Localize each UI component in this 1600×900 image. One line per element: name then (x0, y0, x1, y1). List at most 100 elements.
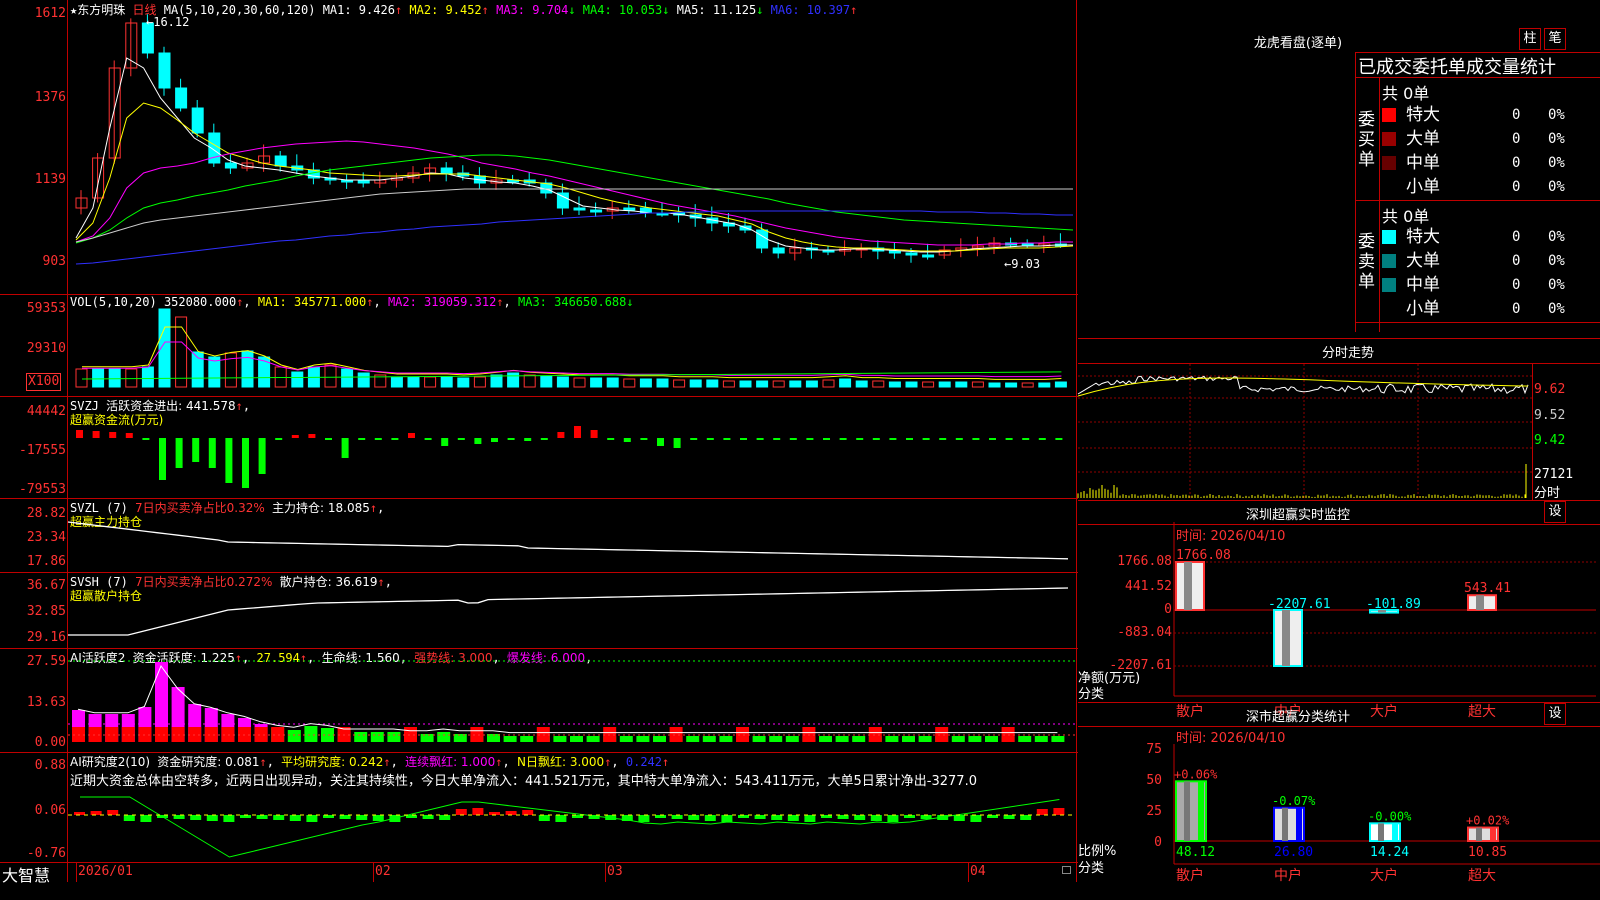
research-bar (90, 811, 102, 815)
fund-flow-bar (872, 438, 880, 440)
ai1-axis-3: 0.00 (34, 735, 66, 750)
ai1-axis-1: 27.59 (26, 654, 66, 669)
ai-research-panel[interactable]: 0.88 0.06 -0.76 AI研究度2(10) 资金研究度: 0.081↑… (0, 752, 1078, 862)
monitor-bar-shade (1476, 595, 1484, 610)
svzl-panel[interactable]: 28.82 23.34 17.86 SVZL (7) 7日内买卖净占比0.32%… (0, 498, 1078, 572)
fund-flow-bar (773, 438, 781, 440)
volume-bar (606, 377, 619, 388)
classify-category-label: 散户 (1176, 867, 1204, 884)
fund-flow-bar (275, 438, 283, 440)
vol-axis-1: 59353 (26, 301, 66, 316)
right-panel[interactable]: 龙虎看盘(逐单) 柱 笔 已成交委托单成交量统计 委买单 委卖单 共 0单 共 … (1077, 0, 1600, 900)
volume-bar (291, 371, 304, 388)
fund-flow-bar (76, 430, 83, 438)
fund-flow-bar (789, 438, 797, 440)
activity-bar (885, 736, 899, 742)
volume-bar (108, 368, 121, 388)
price-panel[interactable]: 1612 1376 1139 903 ★东方明珠 日线 MA(5,10,20,3… (0, 0, 1078, 294)
volume-bar (125, 368, 138, 388)
classify-category-label: 中户 (1274, 867, 1302, 884)
activity-bar (785, 736, 799, 742)
buy-name: 特大 (1406, 105, 1440, 125)
fund-flow-bar (225, 438, 233, 483)
fund-flow-bar (856, 438, 864, 440)
volume-bar (673, 379, 686, 388)
volume-bar (656, 378, 669, 388)
monitor-panel[interactable]: 深圳超赢实时监控 设 时间: 2026/04/10 1766.08 441.52 0… (1078, 500, 1600, 720)
buy-name: 中单 (1406, 153, 1440, 173)
activity-base-bar (669, 727, 683, 742)
fund-flow-bar (906, 438, 913, 440)
volume-bar (805, 380, 818, 388)
monitor-axis-label: -883.04 (1117, 625, 1172, 640)
svzj-panel[interactable]: 44442 -17555 -79553 SVZJ 活跃资金进出: 441.578… (0, 396, 1078, 498)
x-tick-mar: 03 (607, 864, 623, 879)
intra-vol-label: 分时 (1534, 486, 1561, 501)
buy-total: 共 0单 (1382, 84, 1430, 103)
volume-bar (988, 382, 1001, 388)
research-line (80, 796, 1060, 858)
fund-flow-bar (623, 438, 631, 442)
sell-swatch (1382, 278, 1396, 292)
activity-bar (503, 736, 517, 742)
intraday-panel[interactable]: 分时走势 9.62 9.52 9.42 27121 分时 (1077, 338, 1600, 501)
volume-bar (756, 380, 769, 388)
activity-bar (702, 736, 716, 742)
ai-activity-panel[interactable]: 27.59 13.63 0.00 AI活跃度2 资金活跃度: 1.225↑, 2… (0, 648, 1078, 752)
sell-pct: 0% (1548, 229, 1565, 245)
chart-area[interactable]: 1612 1376 1139 903 ★东方明珠 日线 MA(5,10,20,3… (0, 0, 1078, 900)
research-bar (505, 811, 517, 815)
vol-legend: VOL(5,10,20) 352080.000↑, MA1: 345771.00… (70, 295, 634, 309)
research-bar (339, 815, 351, 819)
research-bar (455, 809, 467, 815)
classify-value-label: 10.85 (1468, 845, 1507, 860)
classify-title: 深市超赢分类统计 (1245, 710, 1350, 725)
classify-panel[interactable]: 深市超赢分类统计 设 时间: 2026/04/10 比例% 分类 75 50 25 0… (1078, 702, 1600, 900)
column-view-button[interactable]: 柱 (1519, 28, 1541, 50)
research-bar (638, 815, 650, 822)
buy-name: 小单 (1406, 177, 1440, 197)
volume-bar (639, 378, 652, 388)
sell-row: 小单 0 0% (1382, 297, 1600, 321)
holding-line (67, 521, 1069, 560)
volume-bar (905, 381, 918, 388)
buy-label: 委买单 (1358, 110, 1375, 170)
fund-flow-bar (1005, 438, 1013, 440)
activity-bar (304, 726, 318, 742)
volume-bar (971, 381, 984, 388)
activity-base-bar (254, 727, 268, 742)
research-bar (256, 815, 268, 819)
tick-view-button[interactable]: 笔 (1544, 28, 1566, 50)
research-bar (771, 815, 783, 820)
fund-flow-bar (972, 438, 980, 440)
sell-swatch (1382, 302, 1396, 316)
research-bar (920, 815, 932, 819)
fund-flow-bar (657, 438, 664, 446)
svsh-panel[interactable]: 36.67 32.85 29.16 SVSH (7) 7日内买卖净占比0.272… (0, 572, 1078, 648)
volume-bar (1021, 382, 1034, 388)
volume-bar (540, 375, 553, 388)
fund-flow-bar (922, 438, 930, 440)
volume-panel[interactable]: 59353 29310 X100 VOL(5,10,20) 352080.000… (0, 294, 1078, 396)
research-bar (422, 815, 434, 819)
volume-bar (473, 376, 486, 388)
intra-axis-1: 9.62 (1534, 382, 1566, 397)
monitor-settings-button[interactable]: 设 (1544, 501, 1566, 523)
volume-bar (922, 381, 935, 388)
lhb-panel[interactable]: 龙虎看盘(逐单) 柱 笔 已成交委托单成交量统计 委买单 委卖单 共 0单 共 … (1078, 0, 1600, 338)
classify-axis-label: 25 (1146, 804, 1162, 819)
activity-bar (370, 732, 384, 742)
candle-body (274, 155, 287, 167)
ai1-axis-2: 13.63 (26, 695, 66, 710)
research-bar (472, 808, 484, 815)
volume-bar (1054, 381, 1067, 388)
activity-bar (553, 736, 567, 742)
sell-qty: 0 (1512, 277, 1521, 293)
research-bar (140, 815, 152, 822)
price-axis-4: 903 (42, 254, 66, 269)
lock-icon[interactable] (1062, 866, 1071, 874)
candle-body (756, 229, 769, 249)
fund-flow-bar (723, 438, 731, 440)
classify-settings-button[interactable]: 设 (1544, 703, 1566, 725)
volume-bar (92, 368, 105, 388)
